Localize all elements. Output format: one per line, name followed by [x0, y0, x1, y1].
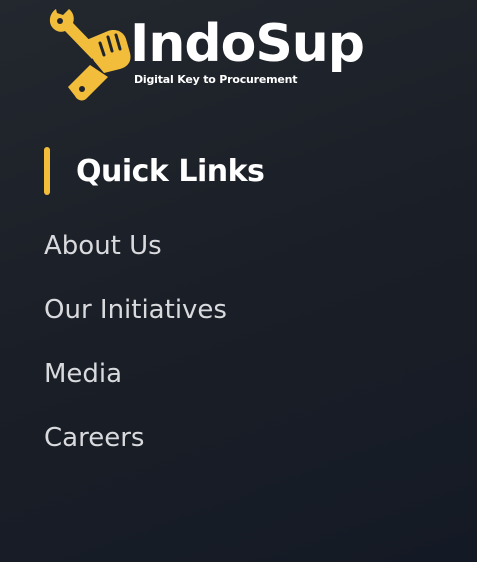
our-initiatives-link[interactable]: Our Initiatives	[44, 286, 227, 334]
footer-quick-links-column: IndoSup Digital Key to Procurement Quick…	[0, 0, 477, 562]
list-item: Careers	[44, 414, 227, 478]
media-link[interactable]: Media	[44, 350, 227, 398]
heading-accent-bar	[44, 147, 50, 195]
list-item: About Us	[44, 222, 227, 286]
quick-links-list: About Us Our Initiatives Media Careers	[44, 222, 227, 478]
hand-wrench-icon	[49, 9, 131, 101]
list-item: Our Initiatives	[44, 286, 227, 350]
logo-tagline: Digital Key to Procurement	[134, 73, 298, 86]
about-us-link[interactable]: About Us	[44, 222, 227, 270]
quick-links-header: Quick Links	[44, 146, 265, 196]
quick-links-title: Quick Links	[76, 153, 265, 189]
logo-wordmark: IndoSup	[130, 14, 365, 74]
list-item: Media	[44, 350, 227, 414]
careers-link[interactable]: Careers	[44, 414, 227, 462]
indosup-logo[interactable]: IndoSup Digital Key to Procurement	[46, 3, 406, 103]
